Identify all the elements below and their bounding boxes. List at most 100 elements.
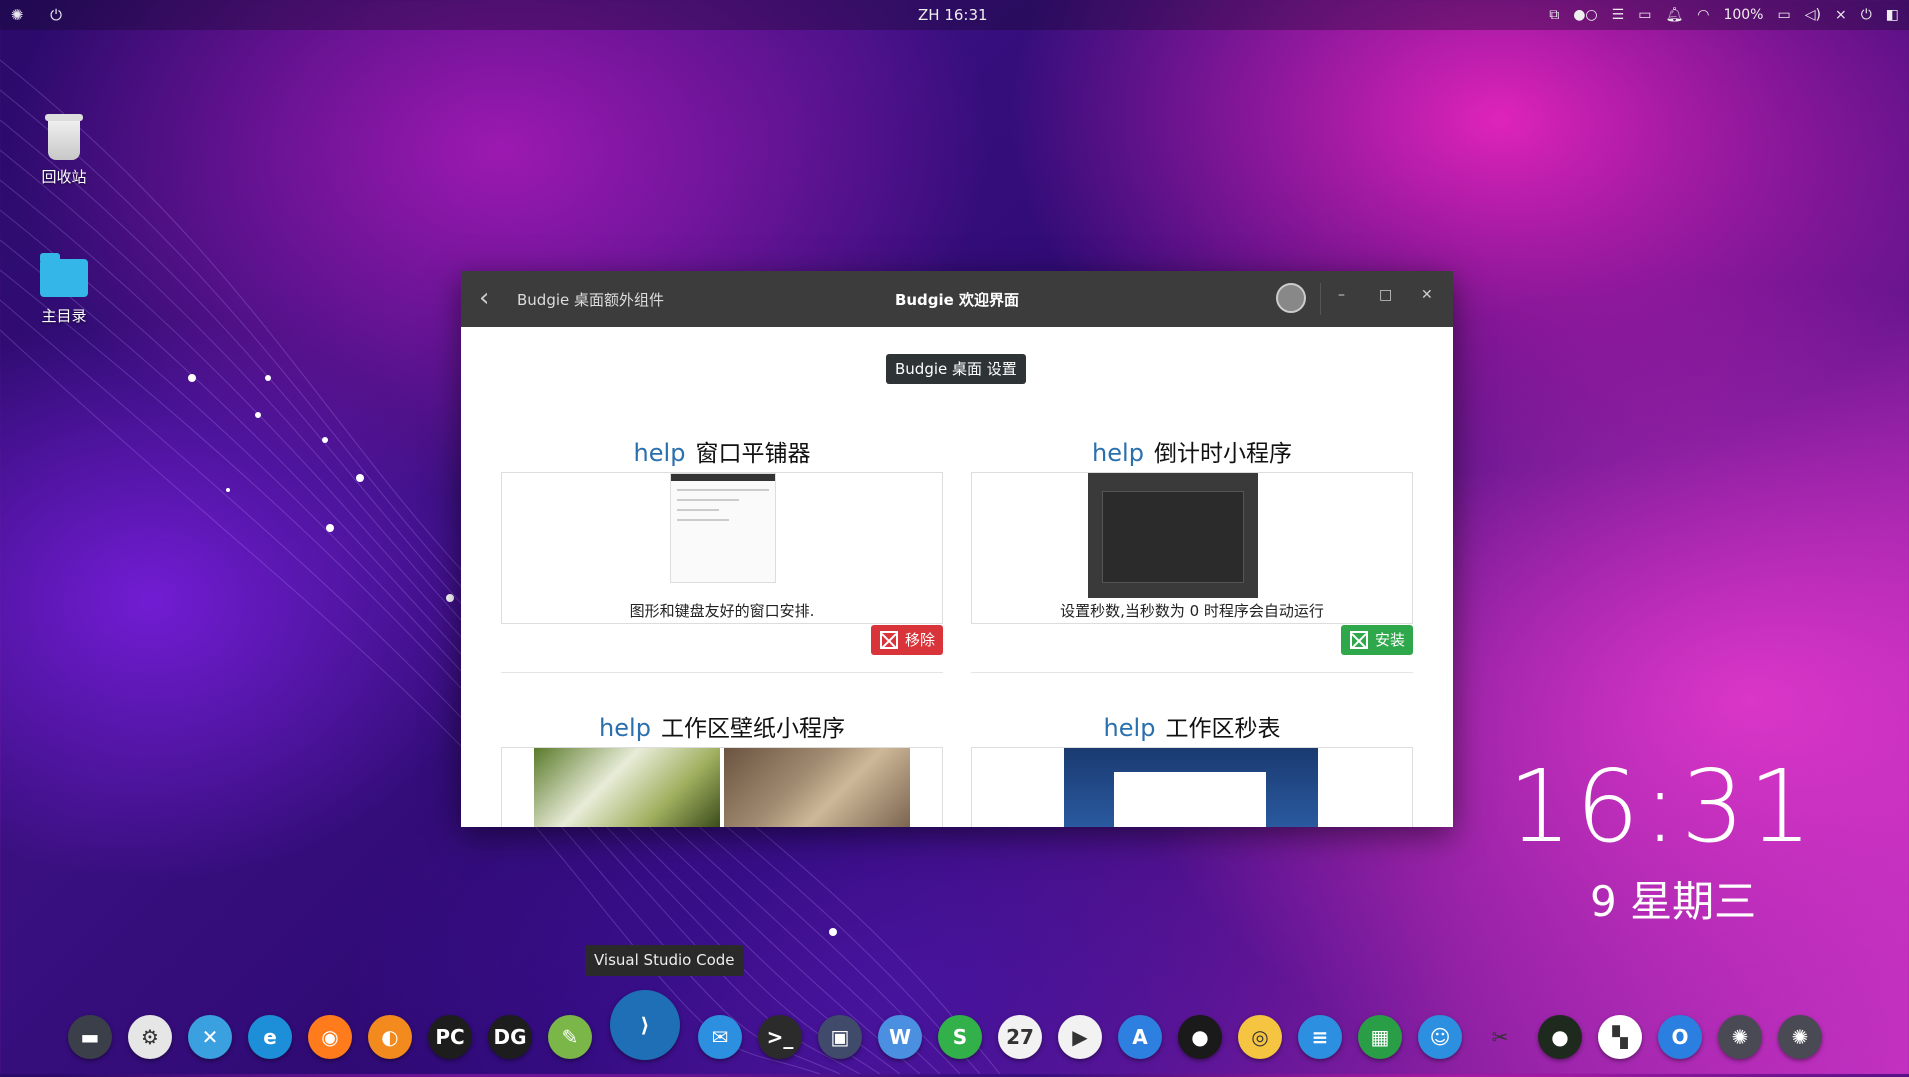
dock-item-budgie-menu[interactable]: ✺	[1710, 1007, 1770, 1067]
dock-item-anbox[interactable]: ◐	[360, 1007, 420, 1067]
divider	[971, 672, 1413, 673]
dock-item-terminal[interactable]: >_	[750, 1007, 810, 1067]
close-button[interactable]: ✕	[1421, 287, 1433, 303]
player-icon: ▶	[1058, 1015, 1102, 1059]
dock-item-document-viewer[interactable]: ≡	[1290, 1007, 1350, 1067]
plugin-screenshot	[1064, 748, 1318, 827]
window-titlebar[interactable]: ‹ Budgie 桌面额外组件 Budgie 欢迎界面 – □ ✕	[461, 271, 1453, 327]
terminal-icon: >_	[758, 1015, 802, 1059]
plugin-screenshot-flowers	[534, 748, 720, 827]
maximize-button[interactable]: □	[1379, 287, 1392, 303]
battery-icon[interactable]: ▭	[1777, 7, 1790, 23]
titlebar-separator	[1320, 283, 1321, 315]
budgie-welcome-window: ‹ Budgie 桌面额外组件 Budgie 欢迎界面 – □ ✕ Budgie…	[461, 271, 1453, 827]
appstore-icon: A	[1118, 1015, 1162, 1059]
dock-item-files[interactable]: ▬	[60, 1007, 120, 1067]
bell-icon[interactable]: 🔔︎	[1665, 7, 1683, 23]
plugin-name: 窗口平铺器	[695, 441, 811, 467]
wifi-icon[interactable]: ◠	[1697, 7, 1709, 23]
plugin-workspace-stopwatch: help 工作区秒表	[971, 709, 1413, 827]
dock-item-edge[interactable]: e	[240, 1007, 300, 1067]
dock-item-finder[interactable]: ☺	[1410, 1007, 1470, 1067]
document-viewer-icon: ≡	[1298, 1015, 1342, 1059]
remove-button[interactable]: 移除	[870, 625, 943, 655]
dock-item-green-orb[interactable]: ●	[1530, 1007, 1590, 1067]
dock-tooltip: Visual Studio Code	[585, 945, 744, 976]
install-label: 安装	[1374, 631, 1405, 649]
budgie-menu-icon: ✺	[1718, 1015, 1762, 1059]
battery-percent[interactable]: 100%	[1723, 7, 1763, 23]
pycharm-icon: PC	[428, 1015, 472, 1059]
plugin-screenshot-wood	[724, 748, 910, 827]
dock-item-spreadsheet-s[interactable]: S	[930, 1007, 990, 1067]
dock-item-cheese[interactable]: ◎	[1230, 1007, 1290, 1067]
window-content: Budgie 桌面 设置 help 窗口平铺器 图形和键盘友好的窗口安排. 移除	[461, 327, 1453, 827]
bluetooth-off-icon[interactable]: ⨯	[1835, 7, 1847, 23]
writer-icon: W	[878, 1015, 922, 1059]
green-orb-icon: ●	[1538, 1015, 1582, 1059]
plugin-workspace-wallpaper: help 工作区壁纸小程序	[501, 709, 943, 827]
system-tray: ⧉ ●○ ☰ ▭ 🔔︎ ◠ 100% ▭ ◁) ⨯ ⏻ ◧	[1549, 4, 1899, 26]
desktop-trash[interactable]: 回收站	[19, 114, 109, 187]
datagrip-icon: DG	[488, 1015, 532, 1059]
dock-item-vscode[interactable]: ⟩	[600, 990, 690, 1060]
dock-item-screenshot[interactable]: ▣	[810, 1007, 870, 1067]
plugin-card: 设置秒数,当秒数为 0 时程序会自动运行	[971, 472, 1413, 624]
plugin-title: help 工作区壁纸小程序	[501, 709, 943, 743]
budgie-logo-icon[interactable]: ✺	[6, 5, 28, 25]
dock-item-calc[interactable]: ▦	[1350, 1007, 1410, 1067]
menu-lines-icon[interactable]: ☰	[1612, 7, 1625, 23]
folder-icon	[40, 253, 88, 297]
dock-item-appstore-x[interactable]: ✕	[180, 1007, 240, 1067]
plugin-card	[501, 747, 943, 827]
dock-item-calendar[interactable]: 27	[990, 1007, 1050, 1067]
dock-item-camera[interactable]: ●	[1170, 1007, 1230, 1067]
edge-icon: e	[248, 1015, 292, 1059]
dock-item-budgie-menu-2[interactable]: ✺	[1770, 1007, 1830, 1067]
window-icon[interactable]: ▭	[1638, 7, 1651, 23]
box-icon	[1349, 631, 1368, 649]
dock-item-mail[interactable]: ✉	[690, 1007, 750, 1067]
dock-item-settings[interactable]: ⚙	[120, 1007, 180, 1067]
dock: ▬ ⚙ ✕ e ◉ ◐ PC DG ✎ ⟩ ✉ >_ ▣ W S 27 ▶ A ● ◎ ≡ ▦ ☺ ✂ ● ▚ O ✺ ✺	[60, 990, 1830, 1077]
window-switch-icon[interactable]: ⧉	[1549, 7, 1559, 23]
dock-item-appstore[interactable]: A	[1110, 1007, 1170, 1067]
dock-item-notepadqq[interactable]: ✎	[540, 1007, 600, 1067]
desktop-home-label: 主目录	[41, 307, 87, 325]
dock-item-firefox[interactable]: ◉	[300, 1007, 360, 1067]
dock-item-multitask[interactable]: ▚	[1590, 1007, 1650, 1067]
help-link[interactable]: help	[1104, 714, 1156, 742]
budgie-menu-2-icon: ✺	[1778, 1015, 1822, 1059]
dock-item-o-app[interactable]: O	[1650, 1007, 1710, 1067]
workspace-indicator-icon[interactable]: ●○	[1573, 7, 1597, 23]
calendar-icon: 27	[998, 1015, 1042, 1059]
dock-item-pycharm[interactable]: PC	[420, 1007, 480, 1067]
desktop-home[interactable]: 主目录	[19, 253, 109, 326]
plugin-screenshot	[670, 473, 776, 583]
budgie-settings-button[interactable]: Budgie 桌面 设置	[886, 354, 1026, 384]
minimize-button[interactable]: –	[1338, 287, 1345, 303]
panel-clock[interactable]: ZH 16:31	[918, 6, 988, 24]
mail-icon: ✉	[698, 1015, 742, 1059]
dock-item-scissors[interactable]: ✂	[1470, 1007, 1530, 1067]
files-icon: ▬	[68, 1015, 112, 1059]
plugin-description: 设置秒数,当秒数为 0 时程序会自动运行	[1060, 602, 1324, 620]
sidebar-toggle-icon[interactable]: ◧	[1886, 7, 1899, 23]
plugin-title: help 倒计时小程序	[971, 434, 1413, 468]
trash-icon	[45, 114, 83, 160]
anbox-icon: ◐	[368, 1015, 412, 1059]
dock-item-player[interactable]: ▶	[1050, 1007, 1110, 1067]
help-link[interactable]: help	[599, 714, 651, 742]
dock-item-datagrip[interactable]: DG	[480, 1007, 540, 1067]
settings-icon: ⚙	[128, 1015, 172, 1059]
help-link[interactable]: help	[634, 439, 686, 467]
power-icon[interactable]: ⏻	[46, 5, 66, 25]
install-button[interactable]: 安装	[1340, 625, 1413, 655]
dock-item-writer[interactable]: W	[870, 1007, 930, 1067]
calc-icon: ▦	[1358, 1015, 1402, 1059]
power-icon-right[interactable]: ⏻	[1861, 7, 1872, 23]
finder-icon: ☺	[1418, 1015, 1462, 1059]
volume-icon[interactable]: ◁)	[1805, 7, 1821, 23]
panel-clock-text: ZH 16:31	[918, 6, 988, 24]
help-link[interactable]: help	[1092, 439, 1144, 467]
